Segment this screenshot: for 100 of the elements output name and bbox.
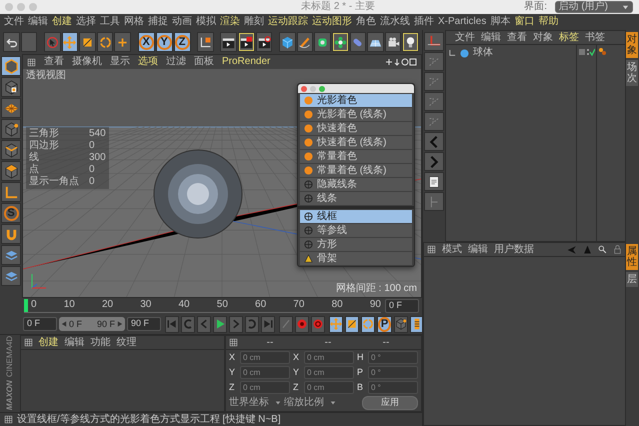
display-mode-item[interactable]: 常量着色 (线条)	[300, 164, 412, 177]
cloner-tool-button[interactable]	[332, 32, 348, 52]
mode-dropdown[interactable]: 缩放比例	[284, 396, 336, 408]
axis-mode-button[interactable]	[1, 182, 21, 202]
menu-item[interactable]: 选项	[138, 56, 158, 68]
menu-item[interactable]: 文件	[455, 32, 475, 44]
coordinate-field[interactable]: 0 °	[368, 351, 418, 364]
menu-item[interactable]: X-Particles	[438, 16, 486, 28]
texture-mode-button[interactable]	[1, 77, 21, 97]
dashed-button[interactable]	[424, 112, 444, 131]
coordinate-field[interactable]: 0 cm	[304, 366, 354, 379]
menu-item[interactable]: 编辑	[64, 336, 85, 348]
display-mode-item[interactable]: 骨架	[300, 252, 412, 265]
param-button[interactable]: P	[377, 316, 392, 332]
axis-lock-button[interactable]: Y	[156, 32, 173, 52]
menu-item[interactable]: 窗口	[514, 16, 534, 28]
light-tool-button[interactable]	[402, 32, 420, 52]
coordinate-field[interactable]: 0 °	[368, 381, 418, 394]
cube-tool-button[interactable]	[278, 32, 296, 52]
undo-tool-button[interactable]	[3, 32, 20, 52]
menu-item[interactable]: 文件	[4, 16, 24, 28]
workplane-mode-button[interactable]	[1, 98, 21, 118]
dashed-button[interactable]	[424, 92, 444, 111]
side-tab[interactable]: 层	[626, 272, 638, 287]
display-mode-item[interactable]: 方形	[300, 238, 412, 251]
menu-item[interactable]: 选择	[76, 16, 96, 28]
menu-item[interactable]: 创建	[52, 16, 72, 28]
start-frame-field[interactable]: 0 F	[23, 317, 57, 331]
playhead-marker[interactable]	[24, 299, 28, 312]
display-mode-item[interactable]: 光影着色 (线条)	[300, 108, 412, 121]
menu-item[interactable]: 摄像机	[72, 56, 102, 68]
rendersettings-tool-button[interactable]	[256, 32, 272, 52]
menu-item[interactable]: 显示	[110, 56, 130, 68]
scale-button[interactable]	[345, 316, 359, 332]
mode-dropdown[interactable]: 世界坐标	[229, 396, 281, 408]
subdivision-tool-button[interactable]	[314, 32, 331, 52]
side-tab[interactable]: 场次	[626, 60, 638, 86]
side-tab[interactable]: 对象	[626, 32, 638, 58]
play-button[interactable]	[213, 316, 227, 332]
menu-item[interactable]: 工具	[100, 16, 120, 28]
rotate-tool-button[interactable]	[96, 32, 114, 52]
menu-item[interactable]: 网格	[124, 16, 144, 28]
coordinate-field[interactable]: 0 cm	[240, 381, 290, 394]
move-tool-button[interactable]	[62, 32, 78, 52]
coordinate-field[interactable]: 0 cm	[240, 366, 290, 379]
polygons-mode-button[interactable]	[1, 161, 21, 181]
menu-item[interactable]: 用户数据	[494, 244, 534, 256]
line-button[interactable]	[424, 192, 444, 211]
side-tab[interactable]: 属性	[626, 244, 638, 270]
display-mode-item[interactable]: 隐藏线条	[300, 178, 412, 191]
coordinate-field[interactable]: 0 cm	[304, 381, 354, 394]
doc-button[interactable]	[424, 172, 444, 191]
select-tool-button[interactable]	[44, 32, 60, 52]
tostart-button[interactable]	[165, 316, 179, 332]
chevleft-button[interactable]	[424, 132, 444, 151]
menu-item[interactable]: ProRender	[222, 56, 270, 68]
menu-item[interactable]: 面板	[194, 56, 214, 68]
edges-mode-button[interactable]	[1, 140, 21, 160]
menu-item[interactable]: 查看	[44, 56, 64, 68]
camera-tool-button[interactable]	[384, 32, 402, 52]
menu-item[interactable]: 插件	[414, 16, 434, 28]
renderview-tool-button[interactable]	[220, 32, 238, 52]
display-mode-item[interactable]: 快速着色 (线条)	[300, 136, 412, 149]
pen-tool-button[interactable]	[296, 32, 314, 52]
timeline-ruler[interactable]: 0 10 20 30 40 50 60 70 80 90	[24, 299, 381, 313]
display-mode-item[interactable]: 快速着色	[300, 122, 412, 135]
menu-item[interactable]: 运动图形	[312, 16, 352, 28]
recordoff-button[interactable]	[279, 316, 293, 332]
menu-item[interactable]: 创建	[38, 336, 59, 348]
transform-tool-button[interactable]	[114, 32, 132, 52]
display-mode-item[interactable]: 常量着色	[300, 150, 412, 163]
model-mode-button[interactable]	[1, 56, 21, 76]
layers-mode-button[interactable]	[1, 245, 21, 265]
menu-item[interactable]: 脚本	[490, 16, 510, 28]
menu-item[interactable]: 帮助	[538, 16, 558, 28]
display-mode-item[interactable]: 线条	[300, 192, 412, 205]
points-button[interactable]	[394, 316, 408, 332]
coordinate-field[interactable]: 0 cm	[304, 351, 354, 364]
menu-item[interactable]: 捕捉	[148, 16, 168, 28]
menu-item[interactable]: 动画	[172, 16, 192, 28]
rotate-button[interactable]	[361, 316, 375, 332]
menu-item[interactable]: 编辑	[28, 16, 48, 28]
deformer-tool-button[interactable]	[350, 32, 366, 52]
current-frame-field[interactable]: 0 F	[385, 299, 419, 313]
menu-item[interactable]: 雕刻	[244, 16, 264, 28]
apply-button[interactable]: 应用	[362, 396, 418, 410]
menu-item[interactable]: 功能	[90, 336, 111, 348]
axis-lock-button[interactable]: Z	[174, 32, 191, 52]
renderpicture-tool-button[interactable]	[238, 32, 255, 52]
move-button[interactable]	[329, 316, 343, 332]
frame-range-slider[interactable]: 0 F 90 F	[59, 317, 125, 331]
floor-tool-button[interactable]	[367, 32, 384, 52]
menu-item[interactable]: 渲染	[220, 16, 240, 28]
menu-item[interactable]: 纹理	[116, 336, 137, 348]
dashed-button[interactable]	[424, 52, 444, 71]
record-button[interactable]	[295, 316, 309, 332]
axis-lock-button[interactable]: X	[138, 32, 155, 52]
dashed-button[interactable]	[424, 72, 444, 91]
scale-tool-button[interactable]	[79, 32, 96, 52]
menu-item[interactable]: 对象	[533, 32, 553, 44]
